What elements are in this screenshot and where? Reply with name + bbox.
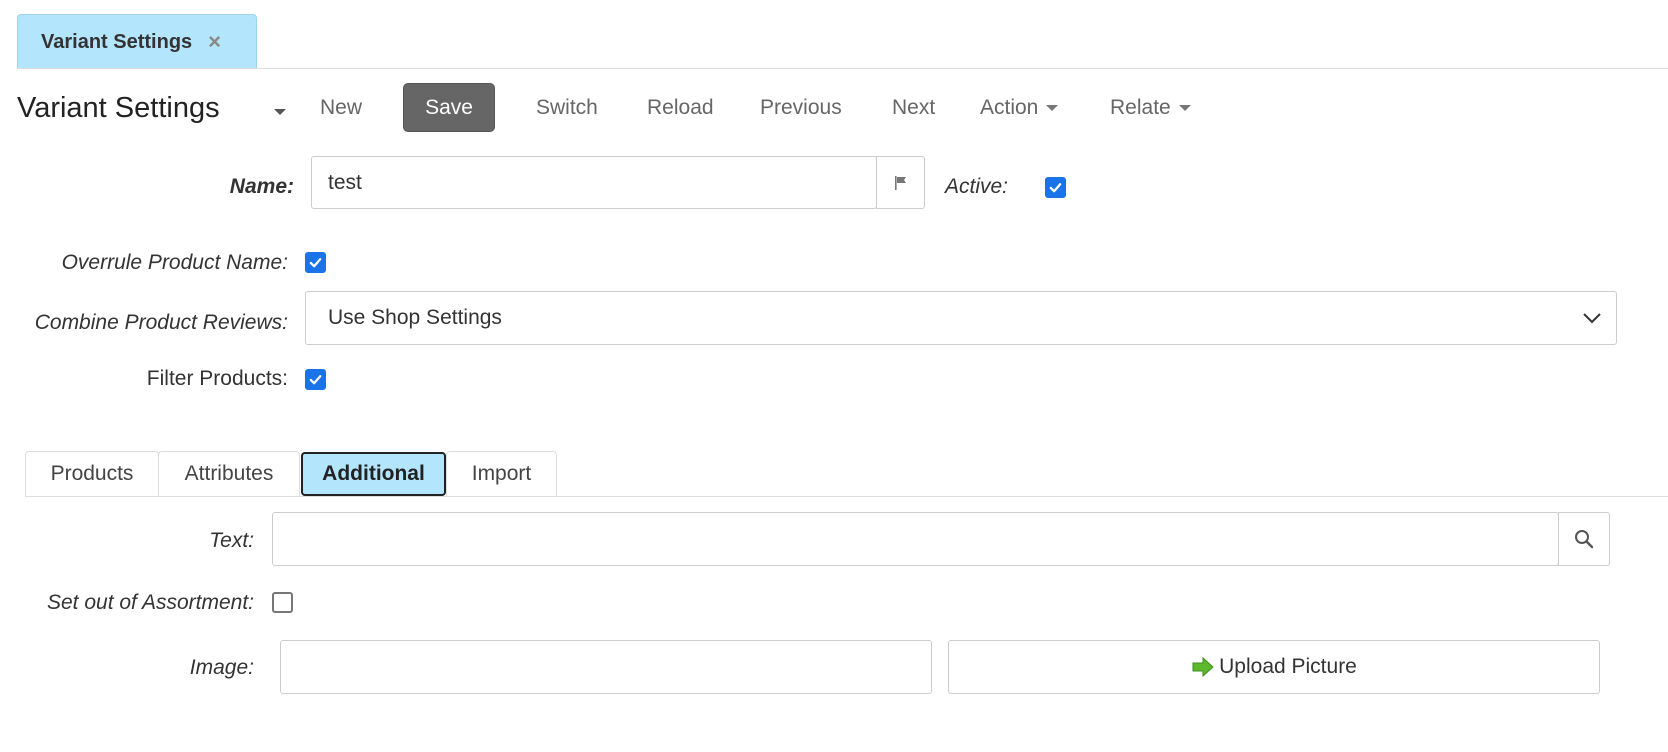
filter-products-checkbox[interactable] (305, 369, 326, 390)
tab-products[interactable]: Products (25, 451, 159, 497)
arrow-right-icon (1192, 656, 1214, 678)
tab-additional[interactable]: Additional (301, 452, 446, 496)
tab-attributes[interactable]: Attributes (158, 451, 300, 497)
reload-button[interactable]: Reload (627, 84, 734, 132)
upload-picture-label: Upload Picture (1219, 655, 1357, 678)
text-label: Text: (209, 529, 254, 552)
checkmark-icon (1049, 183, 1062, 193)
save-button[interactable]: Save (403, 83, 495, 132)
active-label: Active: (945, 175, 1009, 198)
set-out-of-assortment-label: Set out of Assortment: (47, 591, 254, 614)
new-button[interactable]: New (300, 84, 382, 132)
document-tabstrip: Variant Settings × (0, 0, 1668, 70)
overrule-product-name-checkbox[interactable] (305, 252, 326, 273)
chevron-down-icon (1583, 313, 1601, 324)
name-input-value: test (328, 170, 362, 194)
image-label: Image: (189, 656, 254, 679)
next-button[interactable]: Next (872, 84, 955, 132)
tabs-divider (25, 496, 1668, 497)
switch-button[interactable]: Switch (516, 84, 618, 132)
image-input[interactable] (280, 640, 932, 694)
active-checkbox[interactable] (1045, 177, 1066, 198)
upload-picture-button[interactable]: Upload Picture (948, 640, 1600, 694)
combine-product-reviews-select[interactable]: Use Shop Settings (305, 291, 1617, 345)
previous-button[interactable]: Previous (740, 84, 862, 132)
text-input[interactable] (272, 512, 1559, 566)
set-out-of-assortment-checkbox[interactable] (272, 592, 293, 613)
toolbar: Variant Settings New Save Switch Reload … (0, 83, 1668, 136)
filter-products-label: Filter Products: (146, 367, 288, 390)
name-input[interactable]: test (311, 156, 877, 209)
combine-product-reviews-label: Combine Product Reviews: (34, 311, 288, 334)
text-search-button[interactable] (1558, 512, 1610, 566)
document-tab-label: Variant Settings (41, 30, 193, 53)
tab-import[interactable]: Import (446, 451, 557, 497)
caret-down-icon (1046, 105, 1059, 112)
page-title: Variant Settings (17, 92, 220, 124)
name-label: Name: (229, 175, 294, 198)
action-dropdown-button[interactable]: Action (960, 84, 1078, 132)
combine-product-reviews-value: Use Shop Settings (328, 306, 502, 329)
tabstrip-divider (17, 68, 1668, 69)
caret-down-icon (1178, 105, 1191, 112)
overrule-product-name-label: Overrule Product Name: (61, 251, 288, 274)
relate-dropdown-button[interactable]: Relate (1090, 84, 1211, 132)
document-tab-variant-settings[interactable]: Variant Settings × (17, 14, 257, 69)
search-icon (1575, 530, 1594, 549)
checkmark-icon (309, 258, 322, 268)
checkmark-icon (309, 375, 322, 385)
action-label: Action (980, 96, 1039, 119)
translate-flag-button[interactable] (876, 156, 925, 209)
title-dropdown-caret-icon[interactable] (274, 109, 286, 115)
flag-icon (894, 175, 906, 190)
close-icon[interactable]: × (208, 31, 221, 53)
relate-label: Relate (1110, 96, 1171, 119)
